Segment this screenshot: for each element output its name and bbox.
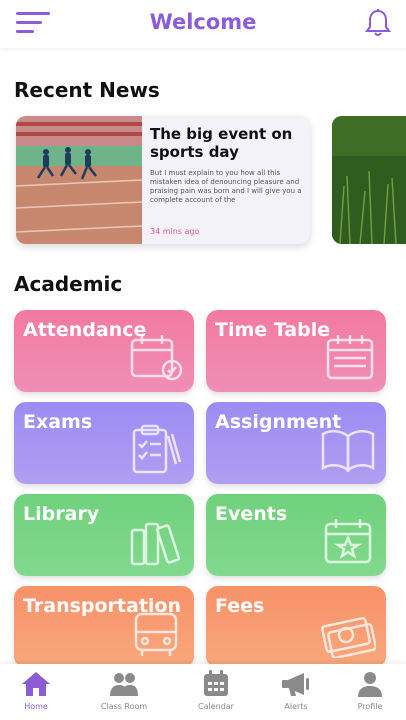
calendar-check-icon [130,335,183,381]
news-card-next[interactable] [332,116,406,244]
attendance-tile[interactable]: Attendance [14,310,194,392]
tile-label: Library [23,503,100,525]
events-tile[interactable]: Events [206,494,386,576]
home-icon [22,672,50,696]
nav-label-alerts: Alerts [284,702,308,711]
news-excerpt: But I must explain to you how all this m… [150,169,302,204]
sports-event-image [16,116,142,244]
news-carousel[interactable]: The big event on sports day But I must e… [16,116,406,244]
news-text: The big event on sports day But I must e… [150,125,304,205]
books-icon [130,522,180,566]
assignment-tile[interactable]: Assignment [206,402,386,484]
nav-item-alerts[interactable]: Alerts [256,670,336,718]
academic-heading: Academic [14,272,123,296]
nav-label-home: Home [24,702,48,711]
profile-icon [358,672,382,697]
calendar-icon [326,335,374,380]
transportation-tile[interactable]: Transportation [14,586,194,668]
nav-item-class-room[interactable]: Class Room [84,670,164,718]
bus-icon [134,612,178,656]
nav-label-class-room: Class Room [100,702,148,711]
timetable-tile[interactable]: Time Table [206,310,386,392]
calendar-star-icon [324,519,372,564]
page-title: Welcome [149,10,257,34]
clipboard-icon [132,424,182,474]
tile-label: Events [215,503,288,525]
news-timestamp: 34 mins ago [150,227,200,236]
book-icon [321,430,375,473]
calendar-icon [204,670,228,696]
users-icon [110,673,138,696]
recent-news-heading: Recent News [14,78,160,102]
nav-item-calendar[interactable]: Calendar [176,670,256,718]
exams-tile[interactable]: Exams [14,402,194,484]
nav-item-profile[interactable]: Profile [330,670,406,718]
bottom-navigation: Home Class Room Calendar Alerts Profile [0,664,406,720]
tile-label: Exams [23,411,93,433]
fees-tile[interactable]: Fees [206,586,386,668]
bell-icon[interactable] [364,8,392,38]
library-tile[interactable]: Library [14,494,194,576]
nav-label-profile: Profile [357,702,383,711]
money-icon [321,617,376,658]
megaphone-icon [282,673,309,696]
tile-label: Fees [215,595,265,617]
tile-label: Time Table [215,319,331,341]
nav-label-calendar: Calendar [198,702,234,711]
nav-item-home[interactable]: Home [0,670,76,718]
news-headline: The big event on sports day [150,125,293,161]
news-card[interactable]: The big event on sports day But I must e… [16,116,310,244]
app-header: Welcome [0,0,406,48]
